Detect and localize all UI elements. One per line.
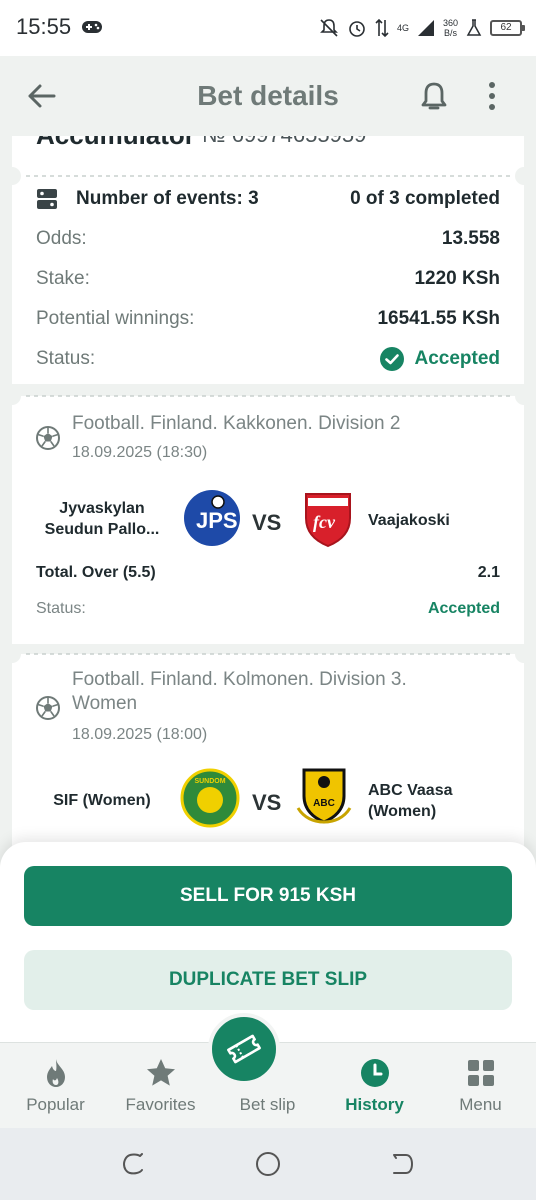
football-icon xyxy=(36,696,60,720)
nav-popular[interactable]: Popular xyxy=(2,1043,109,1129)
signal-icon xyxy=(417,20,434,36)
system-nav-bar xyxy=(0,1128,536,1200)
team-logo-jps: JPS xyxy=(184,490,240,546)
events-row: Number of events: 3 0 of 3 completed xyxy=(36,184,500,214)
bet-type: Accumulator xyxy=(36,136,195,151)
home-icon[interactable] xyxy=(254,1150,282,1178)
away-team: ABC Vaasa (Women) xyxy=(368,782,453,820)
svg-text:ABC: ABC xyxy=(313,798,335,809)
svg-text:JPS: JPS xyxy=(196,508,238,533)
winnings-row: Potential winnings: 16541.55 KSh xyxy=(36,304,500,334)
status-row: Status: Accepted xyxy=(36,344,500,374)
status-bar: 15:55 4G 360 B/s 62 xyxy=(0,0,536,56)
home-team: SIF (Women) xyxy=(53,792,151,809)
stake-row: Stake: 1220 KSh xyxy=(36,264,500,294)
bet-slip-fab[interactable] xyxy=(208,1013,280,1085)
nav-menu[interactable]: Menu xyxy=(427,1043,534,1129)
event-league: Football. Finland. Kolmonen. Division 3.… xyxy=(72,669,407,714)
completed-count: 0 of 3 completed xyxy=(350,188,500,209)
app-header: Bet details xyxy=(0,56,536,136)
net-speed: 360 B/s xyxy=(442,18,458,38)
ticket-icon xyxy=(227,1034,261,1064)
page-title: Bet details xyxy=(197,80,339,111)
nav-history[interactable]: History xyxy=(321,1043,428,1129)
check-circle-icon xyxy=(380,347,405,371)
vs-label: VS xyxy=(252,510,282,535)
nav-menu-label: Menu xyxy=(459,1095,502,1114)
grid-menu-icon xyxy=(468,1060,494,1086)
stake-label: Stake: xyxy=(36,268,90,289)
nav-history-label: History xyxy=(345,1095,404,1114)
nav-popular-label: Popular xyxy=(26,1095,85,1114)
vs-label: VS xyxy=(252,790,282,815)
alarm-icon xyxy=(349,21,365,37)
ticket-divider xyxy=(12,645,524,663)
team-logo-sif: SUNDOM xyxy=(180,768,240,828)
team-logo-fcv: fcv xyxy=(305,493,351,548)
bell-icon[interactable] xyxy=(416,78,452,114)
battery-icon: 62 xyxy=(490,20,525,36)
market-odds: 2.1 xyxy=(477,564,500,581)
stake-value: 1220 KSh xyxy=(414,268,500,289)
market-name: Total. Over (5.5) xyxy=(36,564,156,581)
status-label: Status: xyxy=(36,348,96,369)
bet-actions-sheet: SELL FOR 915 KSH DUPLICATE BET SLIP xyxy=(0,842,536,1052)
data-arrows-icon xyxy=(375,18,389,38)
football-icon xyxy=(36,426,60,450)
home-team: Jyvaskylan Seudun Pallo... xyxy=(44,500,160,538)
winnings-value: 16541.55 KSh xyxy=(377,308,500,329)
bet-number: № 69974655959 xyxy=(202,136,366,148)
nav-betslip[interactable]: Bet slip xyxy=(208,1013,321,1129)
event-date: 18.09.2025 (18:30) xyxy=(72,444,208,461)
odds-label: Odds: xyxy=(36,228,87,249)
event-league: Football. Finland. Kakkonen. Division 2 xyxy=(72,413,401,434)
ticket-divider xyxy=(12,387,524,405)
nav-favorites-label: Favorites xyxy=(125,1095,196,1114)
star-icon xyxy=(147,1059,175,1086)
clock-history-icon xyxy=(361,1059,389,1087)
flame-icon xyxy=(47,1059,65,1087)
recent-apps-icon[interactable] xyxy=(120,1150,148,1178)
svg-text:fcv: fcv xyxy=(313,512,336,532)
bottom-nav: Popular Favorites Bet slip History Menu xyxy=(0,1013,536,1129)
event-date: 18.09.2025 (18:00) xyxy=(72,726,208,743)
back-icon[interactable] xyxy=(388,1150,416,1178)
duplicate-bet-slip-button[interactable]: DUPLICATE BET SLIP xyxy=(24,950,512,1010)
team-logo-abc: ABC xyxy=(296,768,352,824)
nav-favorites[interactable]: Favorites xyxy=(107,1043,214,1129)
market-row: Total. Over (5.5) 2.1 xyxy=(36,564,500,582)
bet-details-content[interactable]: Accumulator № 69974655959 Number of even… xyxy=(0,136,536,846)
event-card[interactable]: Football. Finland. Kolmonen. Division 3.… xyxy=(12,654,524,846)
odds-value: 13.558 xyxy=(441,228,500,249)
event-status-value: Accepted xyxy=(427,600,500,617)
events-list-icon xyxy=(37,189,57,209)
bet-summary-rows: Number of events: 3 0 of 3 completed Odd… xyxy=(12,176,524,376)
network-type: 4G xyxy=(396,23,409,33)
svg-text:SUNDOM: SUNDOM xyxy=(194,778,225,785)
flask-icon xyxy=(466,19,482,36)
event-card[interactable]: Football. Finland. Kakkonen. Division 2 … xyxy=(12,396,524,644)
status-badge: Accepted xyxy=(380,347,500,371)
events-count: Number of events: 3 xyxy=(76,188,259,209)
away-team: Vaajakoski xyxy=(368,512,450,529)
odds-row: Odds: 13.558 xyxy=(36,224,500,254)
mute-icon xyxy=(320,19,338,37)
gamepad-icon xyxy=(82,21,102,33)
clock: 15:55 xyxy=(16,14,72,39)
event-status-row: Status: Accepted xyxy=(36,600,500,618)
nav-betslip-label: Bet slip xyxy=(239,1095,296,1114)
more-vert-icon[interactable] xyxy=(480,78,504,114)
sell-button[interactable]: SELL FOR 915 KSH xyxy=(24,866,512,926)
event-status-label: Status: xyxy=(36,600,86,617)
winnings-label: Potential winnings: xyxy=(36,308,195,329)
